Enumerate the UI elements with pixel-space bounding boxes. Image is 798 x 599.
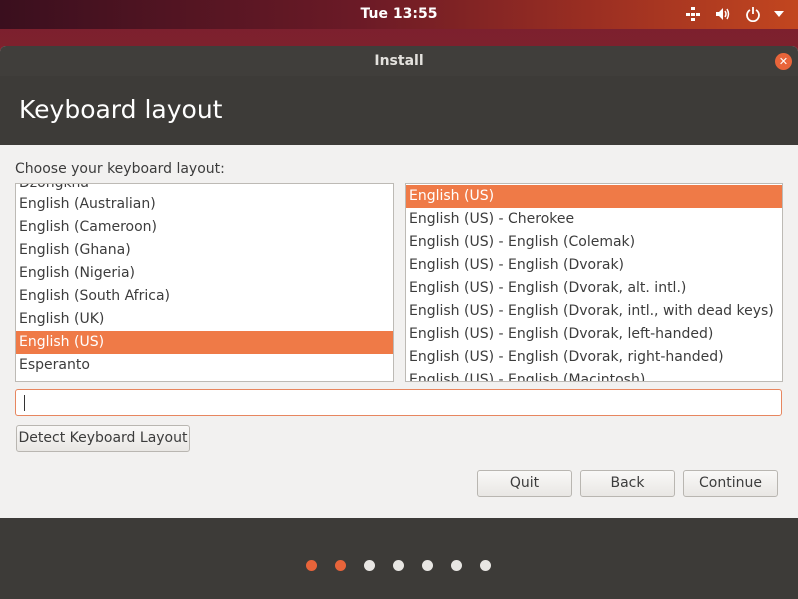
step-dot: [422, 560, 433, 571]
top-bar: Tue 13:55: [0, 0, 798, 29]
step-dot: [393, 560, 404, 571]
layout-list-item[interactable]: English (UK): [16, 308, 393, 331]
layout-list-item[interactable]: English (South Africa): [16, 285, 393, 308]
layout-list-item[interactable]: English (Nigeria): [16, 262, 393, 285]
close-icon[interactable]: ✕: [775, 53, 792, 70]
variant-list-item[interactable]: English (US) - English (Dvorak): [406, 254, 782, 277]
window-titlebar[interactable]: Install ✕: [0, 46, 798, 76]
caret-down-icon[interactable]: [774, 5, 784, 23]
layout-prompt: Choose your keyboard layout:: [15, 161, 225, 177]
system-tray[interactable]: [684, 5, 784, 23]
page-header: Keyboard layout: [0, 76, 798, 145]
variant-list-item[interactable]: English (US) - Cherokee: [406, 208, 782, 231]
continue-button[interactable]: Continue: [683, 470, 778, 497]
power-icon[interactable]: [744, 5, 762, 23]
main-content: Choose your keyboard layout: Dzongkha En…: [0, 145, 798, 518]
layout-list-item-selected[interactable]: English (US): [16, 331, 393, 354]
window-title: Install: [374, 53, 424, 69]
layout-list-item[interactable]: English (Cameroon): [16, 216, 393, 239]
variant-list-item[interactable]: English (US) - English (Dvorak, left-han…: [406, 323, 782, 346]
back-button[interactable]: Back: [580, 470, 675, 497]
clock[interactable]: Tue 13:55: [0, 6, 798, 22]
progress-footer: [0, 518, 798, 599]
quit-button[interactable]: Quit: [477, 470, 572, 497]
layout-list-item[interactable]: English (Australian): [16, 193, 393, 216]
step-dot: [335, 560, 346, 571]
variant-list-item[interactable]: English (US) - English (Dvorak, right-ha…: [406, 346, 782, 369]
detect-layout-button[interactable]: Detect Keyboard Layout: [16, 425, 190, 452]
variant-list[interactable]: English (US) English (US) - Cherokee Eng…: [405, 183, 783, 382]
layout-list-item[interactable]: English (Ghana): [16, 239, 393, 262]
layout-list-item[interactable]: Esperanto: [16, 354, 393, 377]
volume-icon[interactable]: [714, 5, 732, 23]
step-dot: [364, 560, 375, 571]
network-icon[interactable]: [684, 5, 702, 23]
variant-list-item[interactable]: English (US) - English (Dvorak, intl., w…: [406, 300, 782, 323]
variant-list-item[interactable]: English (US) - English (Dvorak, alt. int…: [406, 277, 782, 300]
step-dot: [451, 560, 462, 571]
variant-list-item[interactable]: English (US) - English (Macintosh): [406, 369, 782, 381]
step-dot: [306, 560, 317, 571]
installer-window: Install ✕ Keyboard layout Choose your ke…: [0, 46, 798, 599]
text-cursor: [24, 395, 25, 411]
variant-list-item-selected[interactable]: English (US): [406, 185, 782, 208]
page-title: Keyboard layout: [19, 95, 223, 124]
step-dot: [480, 560, 491, 571]
variant-list-item[interactable]: English (US) - English (Colemak): [406, 231, 782, 254]
layout-list[interactable]: Dzongkha English (Australian) English (C…: [15, 183, 394, 382]
keyboard-test-input[interactable]: [15, 389, 782, 416]
step-indicator: [306, 560, 491, 571]
